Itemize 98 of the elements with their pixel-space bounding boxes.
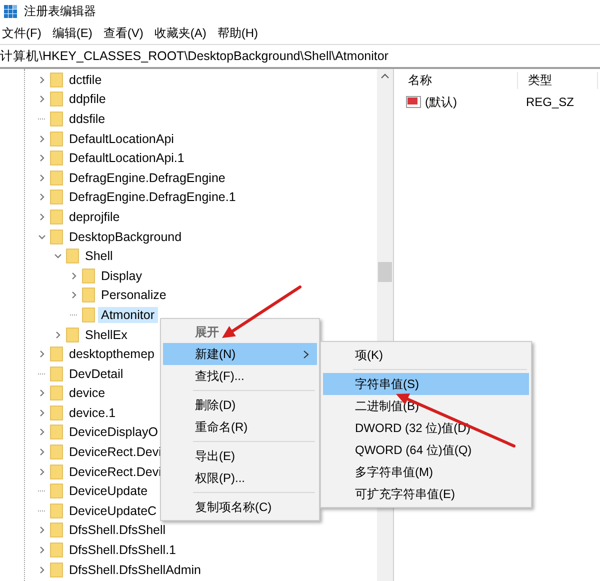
chevron-right-icon[interactable] (38, 134, 46, 143)
folder-icon (50, 483, 63, 500)
chevron-right-icon[interactable] (38, 408, 46, 417)
chevron-right-icon[interactable] (38, 448, 46, 456)
menu-item[interactable]: 项(K) (323, 344, 529, 366)
chevron-right-icon[interactable] (54, 330, 62, 339)
chevron-right-icon[interactable] (70, 291, 78, 300)
menu-item[interactable]: 展开 (163, 321, 317, 343)
folder-icon (50, 110, 63, 127)
tree-item[interactable]: DfsShell.DfsShell (66, 522, 169, 538)
menu-bar-item[interactable]: 文件(F) (0, 24, 50, 42)
tree-item[interactable]: DesktopBackground (66, 228, 185, 245)
folder-icon (50, 464, 63, 480)
folder-icon (50, 208, 63, 225)
tree-item[interactable]: Personalize (98, 287, 170, 304)
tree-item[interactable]: dctfile (66, 72, 105, 88)
menu-item[interactable]: 删除(D) (163, 394, 317, 416)
folder-icon (50, 91, 63, 108)
folder-icon (82, 287, 95, 304)
menu-bar-item[interactable]: 编辑(E) (50, 24, 102, 42)
chevron-right-icon[interactable] (38, 76, 46, 84)
value-name: (默认) (425, 94, 457, 110)
menu-item[interactable]: 权限(P)... (163, 467, 317, 489)
folder-icon (50, 189, 63, 206)
window-title: 注册表编辑器 (24, 2, 96, 20)
folder-icon (50, 228, 63, 245)
chevron-right-icon[interactable] (38, 526, 46, 534)
folder-icon (50, 424, 63, 440)
folder-icon (50, 150, 63, 166)
folder-icon (50, 346, 63, 362)
value-type: REG_SZ (525, 95, 576, 109)
tree-item[interactable]: ShellEx (82, 326, 130, 343)
folder-icon (50, 72, 63, 88)
folder-icon (50, 502, 63, 519)
menu-item[interactable]: 重命名(R) (163, 416, 317, 438)
tree-item[interactable]: DefragEngine.DefragEngine (66, 170, 228, 186)
menu-bar-item[interactable]: 收藏夹(A) (152, 24, 216, 42)
chevron-right-icon[interactable] (38, 428, 46, 436)
folder-icon (50, 562, 63, 578)
folder-icon (50, 366, 63, 382)
chevron-down-icon[interactable] (38, 232, 46, 241)
tree-item[interactable]: ddsfile (66, 110, 108, 127)
menu-item[interactable]: 复制项名称(C) (163, 496, 317, 518)
chevron-right-icon[interactable] (38, 174, 46, 182)
chevron-right-icon[interactable] (38, 468, 46, 476)
tree-item[interactable]: device.1 (66, 404, 119, 421)
menu-bar-item[interactable]: 查看(V) (101, 24, 152, 42)
chevron-right-icon[interactable] (38, 154, 46, 162)
tree-item[interactable]: deprojfile (66, 208, 123, 225)
tree-item[interactable]: ddpfile (66, 91, 109, 108)
menu-item[interactable]: 查找(F)... (163, 365, 317, 387)
menu-item[interactable]: 字符串值(S) (323, 373, 529, 395)
folder-icon (50, 444, 63, 460)
folder-icon (66, 326, 79, 343)
tree-item[interactable]: DfsShell.DfsShellAdmin (66, 562, 204, 578)
string-value-icon (406, 95, 422, 109)
chevron-right-icon[interactable] (38, 193, 46, 202)
tree-item[interactable]: DefragEngine.DefragEngine.1 (66, 189, 239, 206)
menu-item[interactable]: 可扩充字符串值(E) (323, 483, 529, 505)
chevron-right-icon[interactable] (38, 566, 46, 574)
column-header[interactable]: 类型 (518, 72, 598, 88)
tree-item[interactable]: DeviceUpdateC (66, 502, 160, 519)
tree-item[interactable]: DfsShell.DfsShell.1 (66, 542, 179, 558)
chevron-right-icon[interactable] (38, 350, 46, 358)
menu-item[interactable]: 新建(N) (163, 343, 317, 365)
tree-item[interactable]: Display (98, 268, 145, 284)
folder-icon (50, 522, 63, 538)
tree-item[interactable]: Shell (82, 248, 116, 264)
tree-item[interactable]: desktopthemep (66, 346, 158, 362)
menu-item[interactable]: QWORD (64 位)值(Q) (323, 439, 529, 461)
address-bar[interactable]: 计算机\HKEY_CLASSES_ROOT\DesktopBackground\Shell\Atmonitor (0, 44, 600, 69)
menu-item[interactable]: 多字符串值(M) (323, 461, 529, 483)
chevron-down-icon[interactable] (54, 252, 62, 260)
tree-item[interactable]: DevDetail (66, 366, 126, 382)
menu-bar-item[interactable]: 帮助(H) (215, 24, 267, 42)
column-header[interactable]: 名称 (398, 72, 518, 88)
chevron-right-icon[interactable] (38, 389, 46, 398)
folder-icon (50, 404, 63, 421)
chevron-right-icon[interactable] (38, 212, 46, 221)
tree-item[interactable]: DefaultLocationApi (66, 130, 177, 147)
folder-icon (50, 385, 63, 402)
folder-icon (66, 248, 79, 264)
folder-icon (82, 268, 95, 284)
folder-icon (50, 170, 63, 186)
menu-item[interactable]: 导出(E) (163, 445, 317, 467)
folder-icon (50, 542, 63, 558)
chevron-right-icon[interactable] (70, 272, 78, 280)
tree-item[interactable]: DeviceUpdate (66, 483, 151, 500)
tree-item[interactable]: Atmonitor (98, 306, 158, 323)
chevron-right-icon[interactable] (38, 95, 46, 104)
tree-item[interactable]: device (66, 385, 108, 402)
tree-item[interactable]: DefaultLocationApi.1 (66, 150, 188, 166)
registry-editor-icon (4, 4, 18, 18)
folder-icon (82, 306, 95, 323)
scrollbar-thumb[interactable] (378, 262, 392, 282)
chevron-right-icon[interactable] (38, 546, 46, 554)
tree-item[interactable]: DeviceDisplayO (66, 424, 161, 440)
folder-icon (50, 130, 63, 147)
